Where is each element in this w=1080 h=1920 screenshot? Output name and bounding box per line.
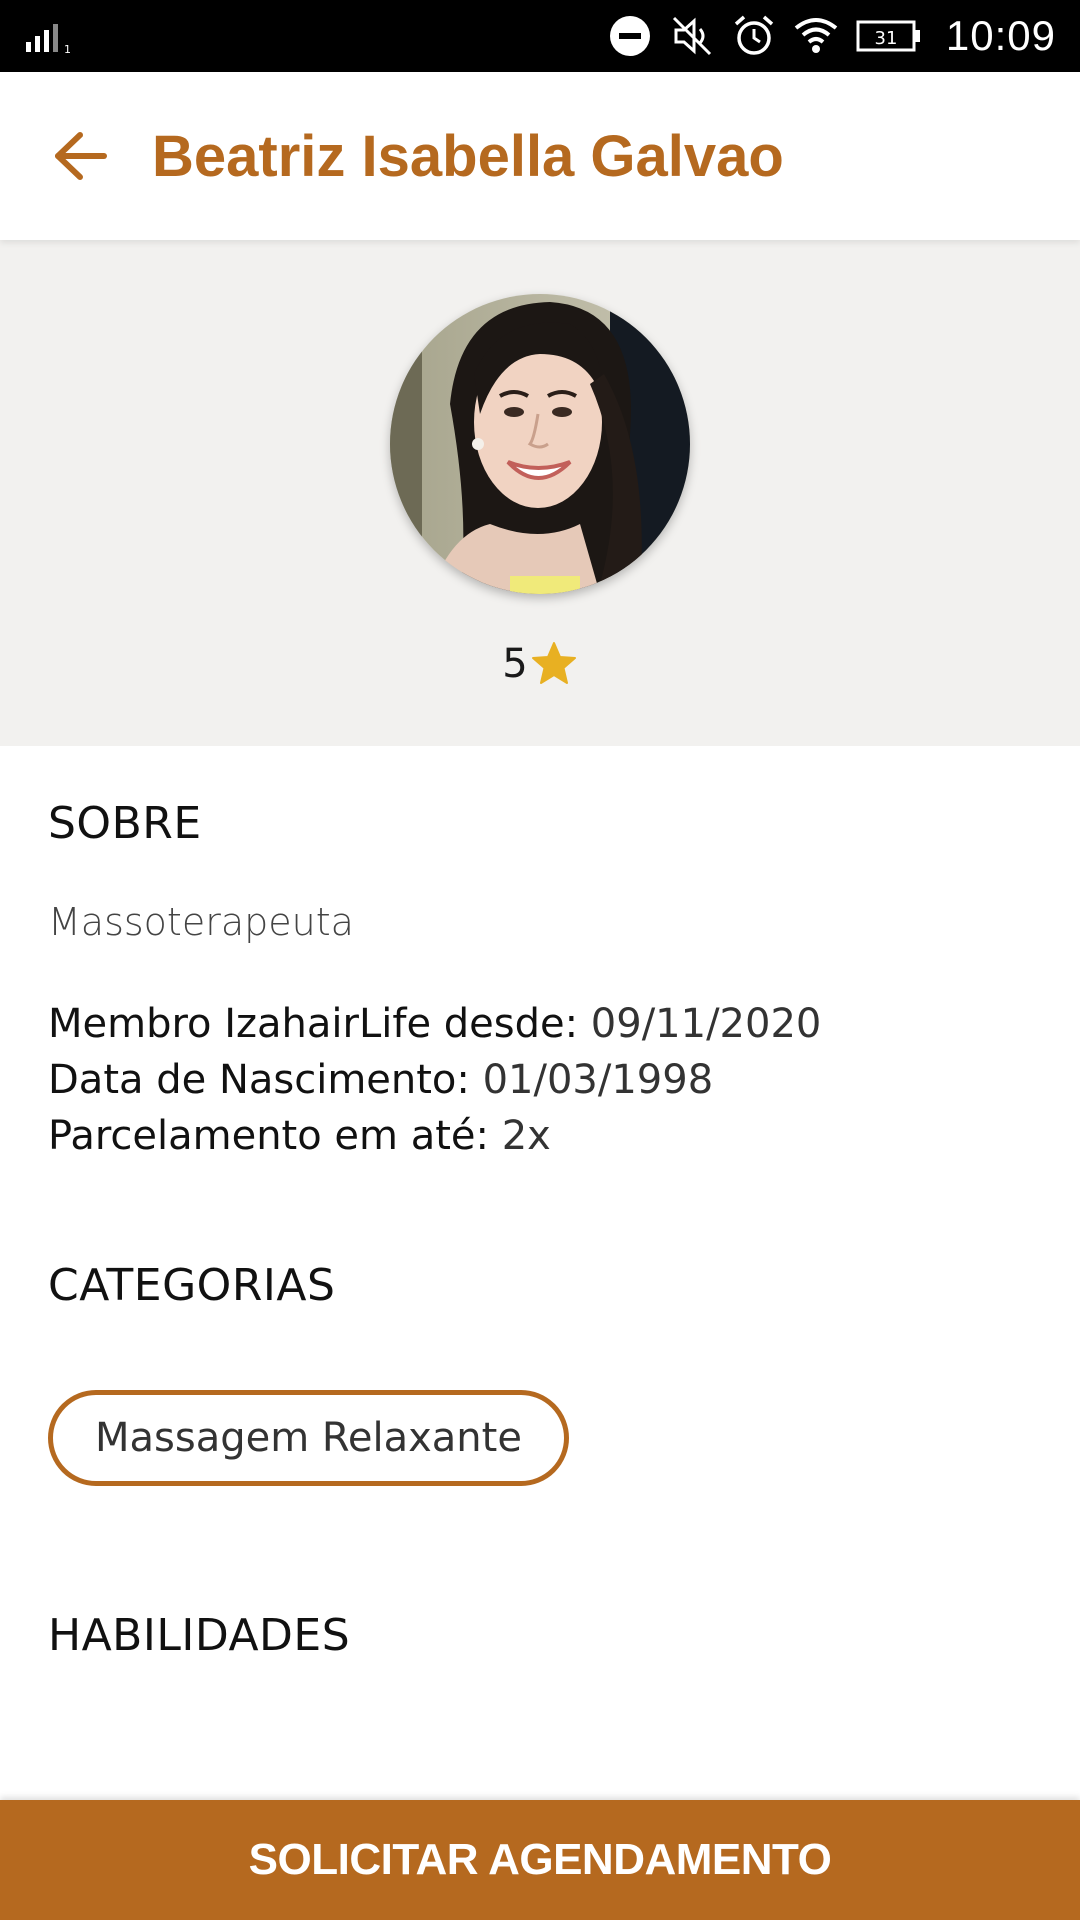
category-chip[interactable]: Massagem Relaxante [48,1390,569,1486]
status-time: 10:09 [945,12,1056,59]
installments-label: Parcelamento em até: [48,1113,489,1159]
status-bar: 1 31 10:09 [0,0,1080,72]
mute-icon [670,14,714,58]
battery-icon: 31 [856,14,922,58]
wifi-icon [794,14,838,58]
star-icon [531,642,576,684]
member-since-label: Membro IzahairLife desde: [48,1001,579,1047]
app-bar: Beatriz Isabella Galvao [0,72,1080,240]
profile-role: Massoterapeuta [48,900,354,944]
request-appointment-button[interactable]: SOLICITAR AGENDAMENTO [0,1800,1080,1920]
alarm-icon [732,14,776,58]
battery-level: 31 [874,28,897,49]
do-not-disturb-icon [608,14,652,58]
avatar [390,294,690,594]
member-since-row: Membro IzahairLife desde: 09/11/2020 [48,996,821,1052]
birth-date-label: Data de Nascimento: [48,1057,470,1103]
rating: 5 [0,640,1080,688]
rating-value: 5 [502,641,528,687]
back-button[interactable] [20,96,140,216]
profile-header: 5 [0,240,1080,746]
request-appointment-label: SOLICITAR AGENDAMENTO [248,1835,832,1884]
birth-date-row: Data de Nascimento: 01/03/1998 [48,1052,821,1108]
arrow-left-icon [55,132,107,180]
installments-row: Parcelamento em até: 2x [48,1108,821,1164]
page-title: Beatriz Isabella Galvao [152,123,784,189]
about-heading: SOBRE [48,798,202,849]
signal-icon: 1 [26,24,71,54]
svg-text:1: 1 [64,43,71,54]
birth-date-value: 01/03/1998 [482,1057,714,1103]
categories-heading: CATEGORIAS [48,1260,336,1311]
member-since-value: 09/11/2020 [590,1001,822,1047]
info-list: Membro IzahairLife desde: 09/11/2020 Dat… [48,996,821,1164]
skills-heading: HABILIDADES [48,1610,351,1661]
installments-value: 2x [501,1113,551,1159]
